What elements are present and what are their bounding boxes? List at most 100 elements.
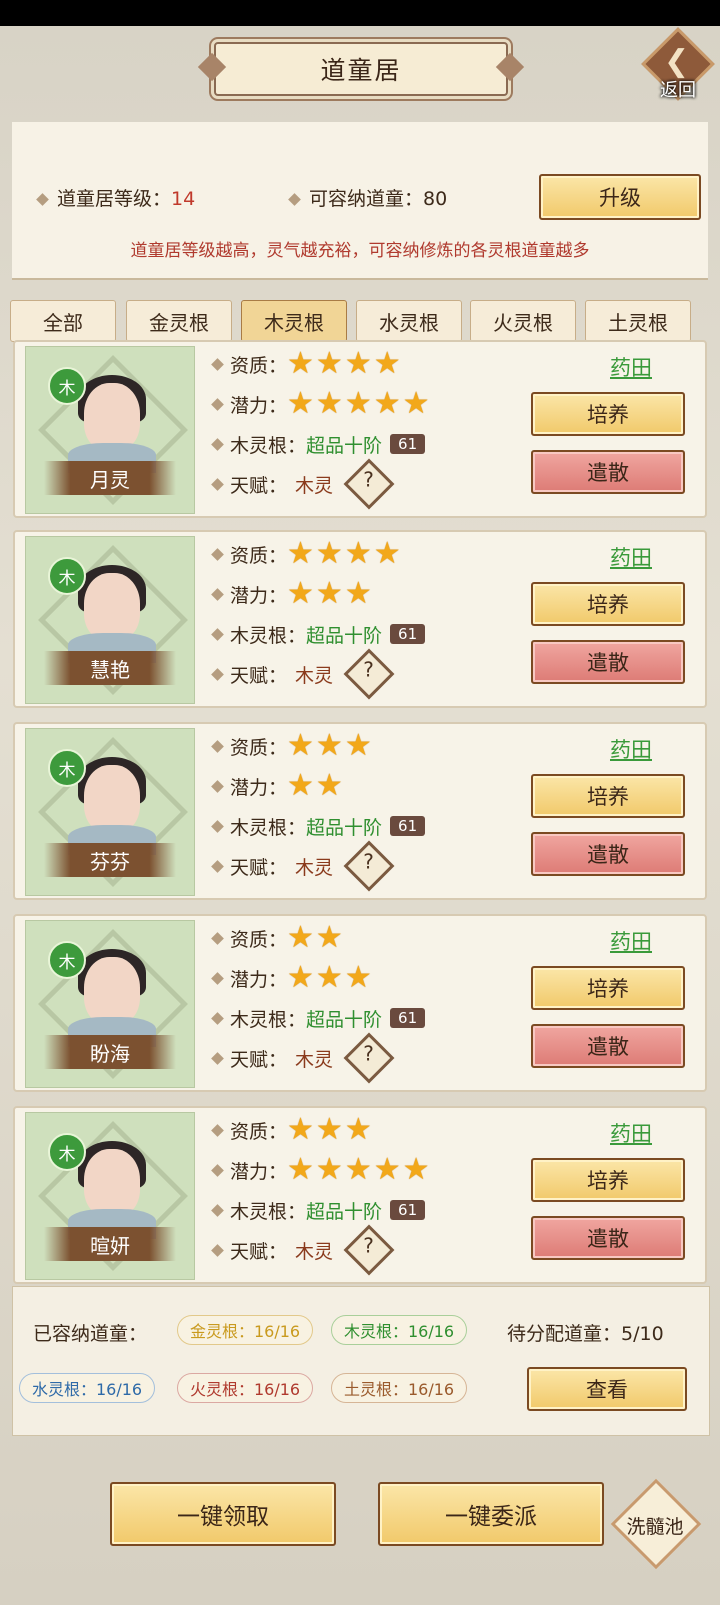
disciple-card: 木 暄妍 资质： ★★★ 潜力： ★★★★★ 木灵根： 超品十阶 61 天赋： …	[13, 1106, 707, 1284]
talent-label: 天赋：	[230, 856, 288, 879]
cultivate-button[interactable]: 培养	[531, 392, 685, 436]
herb-field-link[interactable]: 药田	[581, 352, 681, 382]
level-badge: 61	[390, 624, 426, 644]
question-icon: ?	[363, 1233, 374, 1258]
herb-field-link[interactable]: 药田	[581, 542, 681, 572]
cultivate-button[interactable]: 培养	[531, 1158, 685, 1202]
diamond-bullet-icon	[211, 1051, 224, 1065]
upgrade-button[interactable]: 升级	[539, 174, 701, 220]
diamond-bullet-icon	[211, 1243, 224, 1257]
star-icon: ★	[373, 346, 401, 381]
capacity-label: 可容纳道童：	[309, 188, 424, 210]
star-icon: ★	[315, 536, 343, 571]
root-row: 木灵根： 超品十阶 61	[211, 620, 426, 648]
aptitude-stars: ★★★★	[287, 539, 403, 569]
herb-field-link[interactable]: 药田	[581, 734, 681, 764]
wood-element-icon: 木	[48, 557, 86, 595]
root-grade: 超品十阶	[306, 1200, 383, 1223]
portrait[interactable]: 木 芬芬	[25, 728, 195, 896]
aptitude-label: 资质：	[230, 928, 288, 951]
diamond-bullet-icon	[211, 477, 224, 491]
potential-label: 潜力：	[230, 394, 288, 417]
tab-water[interactable]: 水灵根	[356, 300, 462, 342]
star-icon: ★	[373, 1152, 401, 1187]
talent-info-button[interactable]: ?	[343, 1032, 395, 1084]
dismiss-button[interactable]: 遣散	[531, 450, 685, 494]
star-icon: ★	[344, 536, 372, 571]
talent-value: 木灵	[295, 856, 334, 879]
avatar	[84, 957, 140, 1025]
disciple-card: 木 芬芬 资质： ★★★ 潜力： ★★ 木灵根： 超品十阶 61 天赋： 木灵 …	[13, 722, 707, 900]
avatar	[84, 765, 140, 833]
collect-all-button[interactable]: 一键领取	[110, 1482, 336, 1546]
talent-info-button[interactable]: ?	[343, 840, 395, 892]
dismiss-button[interactable]: 遣散	[531, 832, 685, 876]
question-icon: ?	[363, 1041, 374, 1066]
tab-wood[interactable]: 木灵根	[241, 300, 347, 342]
diamond-bullet-icon	[211, 859, 224, 873]
aptitude-label: 资质：	[230, 736, 288, 759]
cultivate-button[interactable]: 培养	[531, 966, 685, 1010]
level-value: 14	[171, 188, 196, 210]
star-icon: ★	[344, 576, 372, 611]
herb-field-link[interactable]: 药田	[581, 1118, 681, 1148]
root-label: 木灵根：	[230, 1200, 307, 1223]
root-row: 木灵根： 超品十阶 61	[211, 1004, 426, 1032]
back-button[interactable]: ❮ 返回	[641, 27, 715, 106]
diamond-bullet-icon	[211, 397, 224, 411]
tab-gold[interactable]: 金灵根	[126, 300, 232, 342]
star-icon: ★	[373, 386, 401, 421]
potential-stars: ★★★★★	[287, 1155, 432, 1185]
talent-row: 天赋： 木灵 ?	[211, 1224, 395, 1276]
marrow-pool-button[interactable]: 洗髓池	[610, 1478, 702, 1570]
cultivate-button[interactable]: 培养	[531, 582, 685, 626]
talent-info-button[interactable]: ?	[343, 1224, 395, 1276]
star-icon: ★	[287, 576, 314, 611]
portrait[interactable]: 木 慧艳	[25, 536, 195, 704]
aptitude-row: 资质： ★★★★	[211, 539, 403, 569]
star-icon: ★	[344, 728, 372, 763]
portrait[interactable]: 木 暄妍	[25, 1112, 195, 1280]
cultivate-button[interactable]: 培养	[531, 774, 685, 818]
level-badge: 61	[390, 434, 426, 454]
talent-label: 天赋：	[230, 474, 288, 497]
talent-info-button[interactable]: ?	[343, 648, 395, 700]
avatar	[84, 1149, 140, 1217]
star-icon: ★	[287, 768, 314, 803]
root-label: 木灵根：	[230, 434, 307, 457]
diamond-bullet-icon	[211, 357, 224, 371]
tab-fire[interactable]: 火灵根	[470, 300, 576, 342]
dismiss-button[interactable]: 遣散	[531, 1024, 685, 1068]
potential-stars: ★★	[287, 771, 345, 801]
assign-all-button[interactable]: 一键委派	[378, 1482, 604, 1546]
star-icon: ★	[287, 1152, 314, 1187]
question-icon: ?	[363, 849, 374, 874]
star-icon: ★	[344, 960, 372, 995]
talent-row: 天赋： 木灵 ?	[211, 1032, 395, 1084]
tab-all[interactable]: 全部	[10, 300, 116, 342]
dismiss-button[interactable]: 遣散	[531, 1216, 685, 1260]
star-icon: ★	[315, 960, 343, 995]
dismiss-button[interactable]: 遣散	[531, 640, 685, 684]
diamond-bullet-icon	[211, 547, 224, 561]
wood-element-icon: 木	[48, 1133, 86, 1171]
tab-earth[interactable]: 土灵根	[585, 300, 691, 342]
diamond-bullet-icon	[211, 587, 224, 601]
star-icon: ★	[287, 1112, 314, 1147]
portrait[interactable]: 木 盼海	[25, 920, 195, 1088]
view-button[interactable]: 查看	[527, 1367, 687, 1411]
diamond-bullet-icon	[211, 931, 224, 945]
talent-info-button[interactable]: ?	[343, 458, 395, 510]
herb-field-link[interactable]: 药田	[581, 926, 681, 956]
diamond-bullet-icon	[211, 779, 224, 793]
portrait[interactable]: 木 月灵	[25, 346, 195, 514]
aptitude-row: 资质： ★★★★	[211, 349, 403, 379]
root-grade: 超品十阶	[306, 624, 383, 647]
diamond-bullet-icon	[211, 1011, 224, 1025]
question-icon: ?	[363, 657, 374, 682]
diamond-bullet-icon	[211, 819, 224, 833]
diamond-bullet-icon	[211, 627, 224, 641]
avatar	[84, 383, 140, 451]
pending-label: 待分配道童：	[507, 1323, 622, 1345]
back-arrow-icon: ❮	[664, 44, 690, 79]
